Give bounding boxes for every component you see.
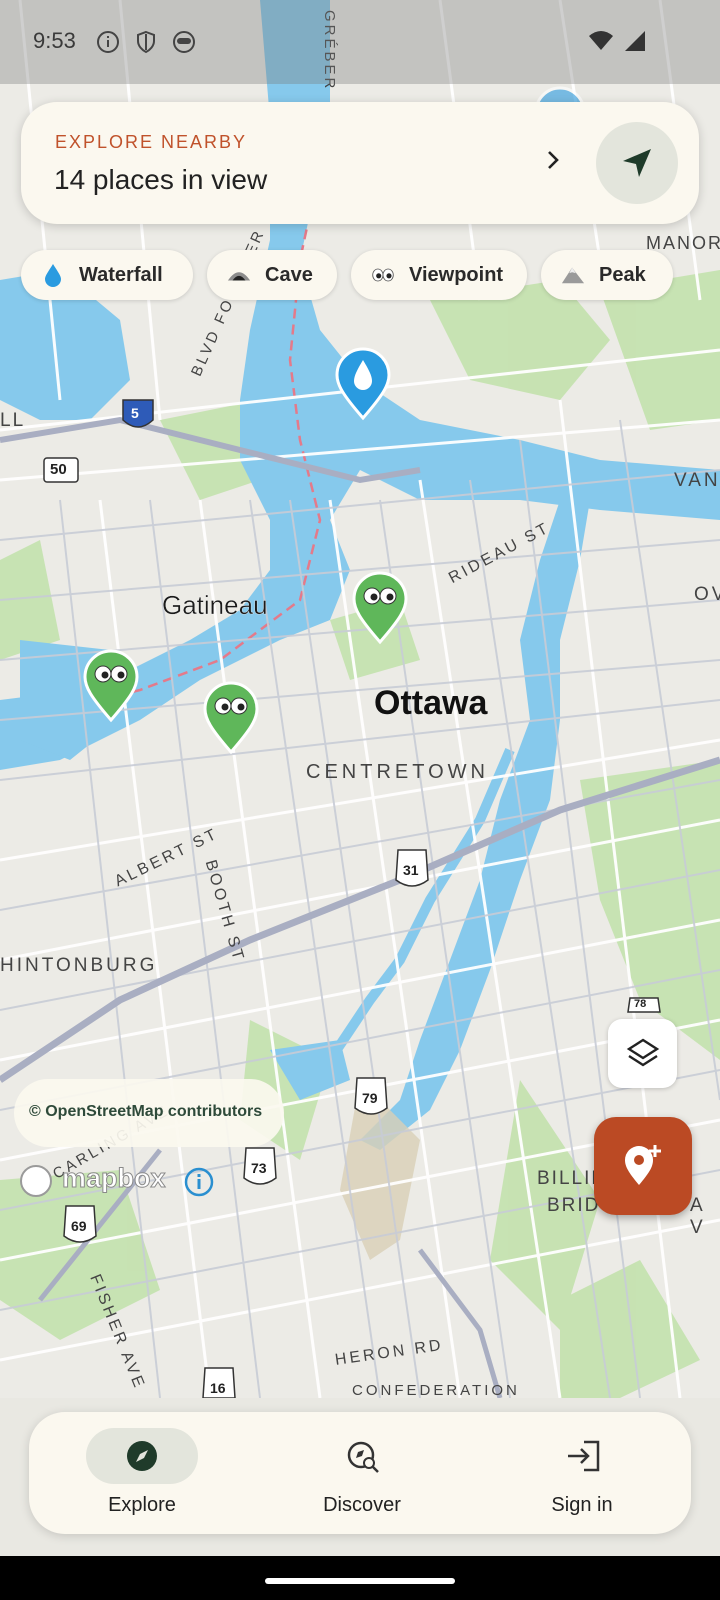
nav-label: Sign in (551, 1494, 613, 1516)
mapbox-mark-icon (20, 1165, 52, 1197)
explore-nearby-card[interactable]: EXPLORE NEARBY 14 places in view (21, 102, 699, 224)
mapbox-logo-text: mapbox (62, 1163, 167, 1194)
add-place-button[interactable] (594, 1117, 692, 1215)
map-attribution[interactable]: © OpenStreetMap contributors (14, 1079, 284, 1147)
attribution-info-icon[interactable] (184, 1167, 214, 1197)
street-label-confederation: CONFEDERATION (352, 1382, 520, 1399)
compass-icon (126, 1440, 158, 1472)
district-label-ll: LL (0, 410, 26, 431)
city-label-gatineau: Gatineau (162, 590, 268, 620)
district-label-hintonburg: HINTONBURG (0, 955, 158, 976)
add-location-icon (625, 1145, 661, 1185)
face-status-icon (172, 30, 196, 54)
places-in-view-count: 14 places in view (54, 164, 268, 195)
sign-in-icon (566, 1440, 600, 1472)
wifi-icon (588, 30, 614, 57)
water-drop-icon (41, 263, 65, 287)
attribution-text: © OpenStreetMap contributors (29, 1103, 263, 1120)
home-gesture-handle[interactable] (265, 1578, 455, 1584)
nav-sign-in[interactable]: Sign in (500, 1428, 660, 1528)
route-shield-label: 73 (251, 1160, 267, 1176)
chip-label: Waterfall (79, 263, 163, 286)
map-layers-button[interactable] (608, 1019, 677, 1088)
mapbox-logo: mapbox (20, 1163, 170, 1199)
discover-search-icon (346, 1440, 379, 1473)
chip-cave[interactable]: Cave (207, 250, 337, 300)
nav-label: Discover (323, 1494, 401, 1516)
layers-icon (626, 1038, 660, 1067)
nav-explore[interactable]: Explore (60, 1428, 220, 1528)
district-label-van: VAN (674, 470, 720, 491)
route-shield-label: 16 (210, 1380, 226, 1396)
city-label-ottawa: Ottawa (374, 684, 488, 722)
status-time: 9:53 (33, 28, 76, 53)
chip-peak[interactable]: Peak (541, 250, 673, 300)
route-shield-label: 50 (50, 461, 67, 478)
explore-nearby-label: EXPLORE NEARBY (55, 132, 248, 152)
chip-label: Viewpoint (409, 263, 504, 286)
eyes-icon (371, 263, 395, 287)
district-label-ov: OV (694, 584, 720, 605)
route-shield-label: 31 (403, 862, 419, 878)
nav-label: Explore (108, 1494, 176, 1516)
chip-label: Peak (599, 263, 646, 286)
route-shield-label: 69 (71, 1218, 87, 1234)
chip-waterfall[interactable]: Waterfall (21, 250, 193, 300)
chip-viewpoint[interactable]: Viewpoint (351, 250, 527, 300)
route-shield-label: 5 (131, 405, 139, 421)
bottom-navigation: Explore Discover Sign in (29, 1412, 691, 1534)
cave-icon (227, 263, 251, 287)
chip-label: Cave (265, 263, 313, 286)
district-label-av: A V (690, 1195, 705, 1238)
my-location-button[interactable] (596, 122, 678, 204)
chevron-right-icon[interactable] (541, 148, 565, 172)
status-bar: 9:53 (0, 0, 720, 84)
cell-signal-icon (624, 30, 646, 57)
info-status-icon (96, 30, 120, 54)
nav-discover[interactable]: Discover (280, 1428, 440, 1528)
navigation-arrow-icon (623, 149, 651, 177)
district-label-centretown: CENTRETOWN (306, 761, 489, 783)
route-shield-label: 78 (634, 998, 647, 1010)
mountain-icon (561, 263, 585, 287)
shield-status-icon (134, 30, 158, 54)
route-shield-label: 79 (362, 1090, 378, 1106)
